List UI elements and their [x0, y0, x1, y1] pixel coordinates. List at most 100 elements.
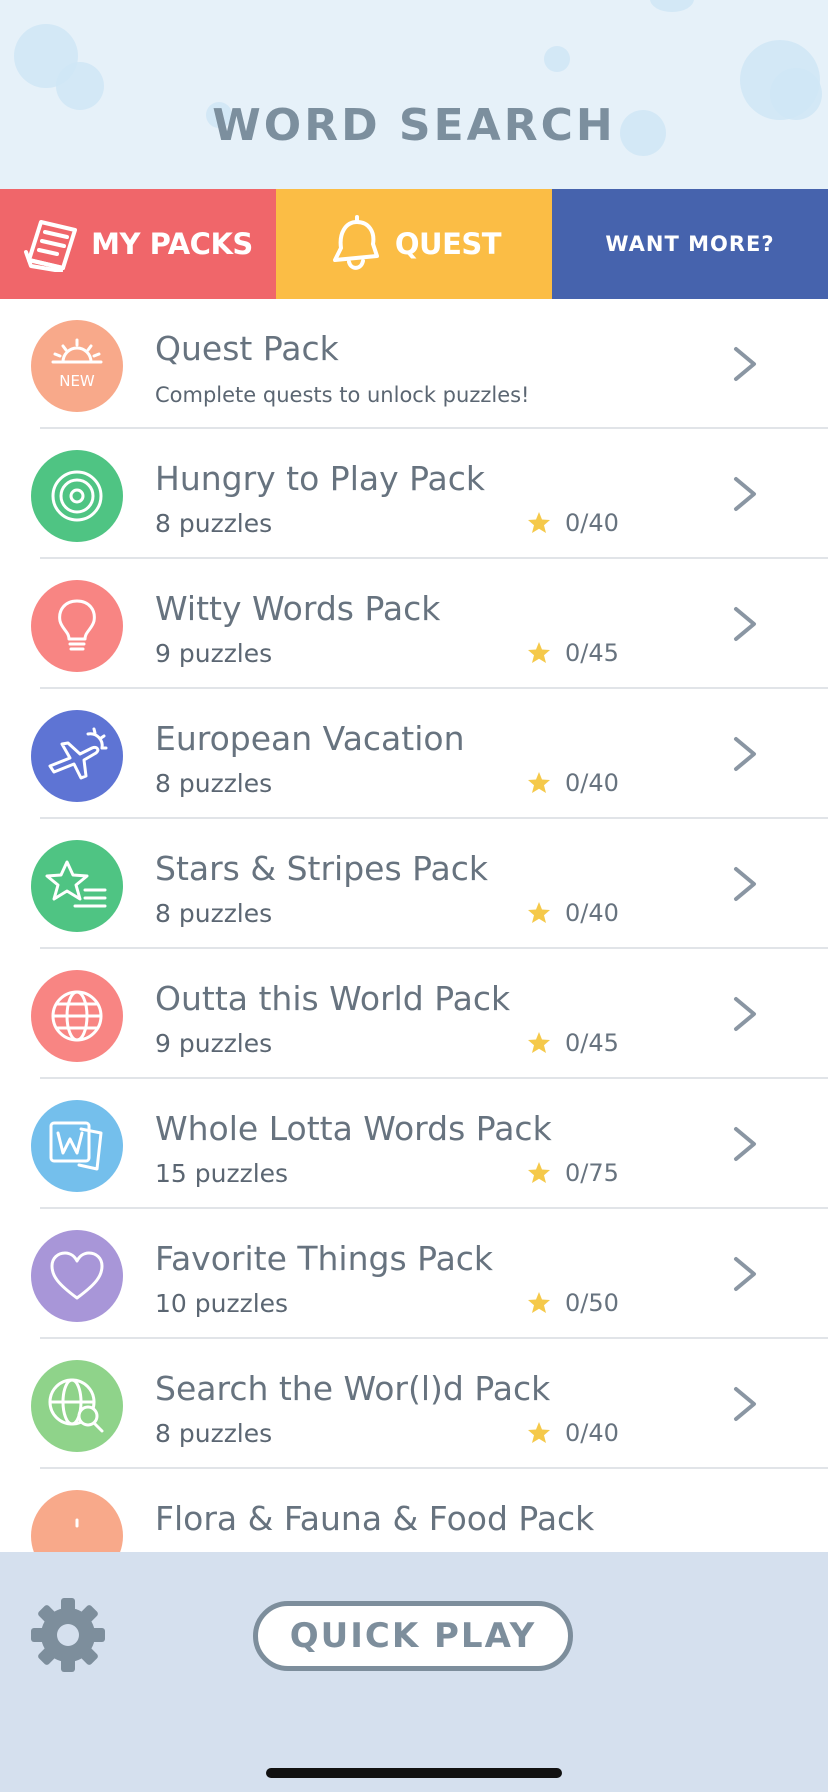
star-stripes-icon: [45, 860, 107, 908]
tab-my-packs-label: MY PACKS: [91, 227, 253, 261]
pack-stars: 0/40: [527, 509, 619, 537]
pack-stars: 0/40: [527, 769, 619, 797]
pack-puzzle-count: 8 puzzles: [155, 899, 273, 928]
pack-name: Outta this World Pack: [155, 979, 511, 1018]
decor-bubble: [650, 0, 694, 12]
tab-want-more[interactable]: WANT MORE?: [552, 189, 828, 299]
disc-icon: [51, 470, 103, 522]
pack-icon-circle: [31, 450, 123, 542]
pack-name: European Vacation: [155, 719, 465, 758]
heart-icon: [50, 1251, 104, 1300]
pack-tabs: MY PACKS QUEST WANT MORE?: [0, 189, 828, 311]
pack-subtitle: Complete quests to unlock puzzles!: [155, 383, 530, 407]
list-item[interactable]: European Vacation 8 puzzles 0/40: [0, 689, 828, 819]
pack-icon-circle: [31, 1230, 123, 1322]
pack-puzzle-count: 9 puzzles: [155, 639, 273, 668]
pack-star-count: 0/75: [565, 1159, 619, 1187]
airplane-icon: [48, 727, 108, 780]
quick-play-button[interactable]: QUICK PLAY: [253, 1601, 573, 1671]
pack-icon-circle: [31, 840, 123, 932]
pack-star-count: 0/40: [565, 509, 619, 537]
chevron-right-icon: [734, 737, 756, 771]
star-icon: [528, 1422, 550, 1443]
tab-quest[interactable]: QUEST: [276, 189, 552, 299]
pack-icon-circle: [31, 1100, 123, 1192]
pack-star-count: 0/40: [565, 769, 619, 797]
list-item[interactable]: Search the Wor(l)d Pack 8 puzzles 0/40: [0, 1339, 828, 1469]
pack-name: Flora & Fauna & Food Pack: [155, 1499, 595, 1538]
newspaper-icon: [24, 220, 78, 272]
pack-list[interactable]: NEW Quest Pack Complete quests to unlock…: [0, 299, 828, 1552]
list-item[interactable]: Outta this World Pack 9 puzzles 0/45: [0, 949, 828, 1079]
decor-bubble: [544, 46, 570, 72]
star-icon: [528, 512, 550, 533]
globe-icon: [51, 990, 103, 1042]
star-icon: [528, 902, 550, 923]
pack-puzzle-count: 10 puzzles: [155, 1289, 289, 1318]
chevron-right-icon: [734, 1257, 756, 1291]
pack-star-count: 0/45: [565, 639, 619, 667]
pack-stars: 0/50: [527, 1289, 619, 1317]
pack-puzzle-count: 8 puzzles: [155, 1419, 273, 1448]
pack-name: Hungry to Play Pack: [155, 459, 485, 498]
list-item[interactable]: NEW Quest Pack Complete quests to unlock…: [0, 299, 828, 429]
pack-icon-circle: NEW: [31, 320, 123, 412]
tab-quest-label: QUEST: [394, 227, 502, 261]
pack-name: Stars & Stripes Pack: [155, 849, 489, 888]
chevron-right-icon: [734, 477, 756, 511]
tab-want-more-label: WANT MORE?: [605, 232, 775, 256]
pack-stars: 0/75: [527, 1159, 619, 1187]
chevron-right-icon: [734, 867, 756, 901]
chevron-right-icon: [734, 1387, 756, 1421]
pack-puzzle-count: 15 puzzles: [155, 1159, 289, 1188]
pack-puzzle-count: 8 puzzles: [155, 509, 273, 538]
star-icon: [528, 1162, 550, 1183]
bottom-bar: QUICK PLAY: [0, 1552, 828, 1792]
pack-name: Favorite Things Pack: [155, 1239, 494, 1278]
pack-name: Witty Words Pack: [155, 589, 441, 628]
pack-stars: 0/40: [527, 899, 619, 927]
pack-stars: 0/45: [527, 1029, 619, 1057]
pack-icon-circle: [31, 1490, 123, 1552]
leaf-icon: [75, 1518, 79, 1528]
pack-icon-circle: [31, 580, 123, 672]
list-item[interactable]: Flora & Fauna & Food Pack: [0, 1469, 828, 1552]
list-item[interactable]: Hungry to Play Pack 8 puzzles 0/40: [0, 429, 828, 559]
pack-puzzle-count: 8 puzzles: [155, 769, 273, 798]
star-icon: [528, 772, 550, 793]
pack-puzzle-count: 9 puzzles: [155, 1029, 273, 1058]
new-badge-text: NEW: [59, 372, 95, 390]
home-indicator[interactable]: [266, 1768, 562, 1778]
pack-name: Whole Lotta Words Pack: [155, 1109, 552, 1148]
pack-icon-circle: [31, 1360, 123, 1452]
pack-name: Quest Pack: [155, 329, 339, 368]
list-item[interactable]: Witty Words Pack 9 puzzles 0/45: [0, 559, 828, 689]
pack-stars: 0/45: [527, 639, 619, 667]
lightbulb-icon: [58, 599, 96, 651]
app-title: WORD SEARCH: [212, 100, 616, 151]
chevron-right-icon: [734, 1127, 756, 1161]
pack-icon-circle: [31, 710, 123, 802]
tab-my-packs[interactable]: MY PACKS: [0, 189, 276, 311]
list-item[interactable]: Whole Lotta Words Pack 15 puzzles 0/75: [0, 1079, 828, 1209]
bell-icon: [332, 215, 379, 270]
pack-star-count: 0/40: [565, 1419, 619, 1447]
pack-star-count: 0/45: [565, 1029, 619, 1057]
gear-icon[interactable]: [28, 1595, 108, 1675]
list-item[interactable]: Stars & Stripes Pack 8 puzzles 0/40: [0, 819, 828, 949]
globe-search-icon: [48, 1378, 104, 1433]
pack-name: Search the Wor(l)d Pack: [155, 1369, 551, 1408]
chevron-right-icon: [734, 347, 756, 381]
app-header: WORD SEARCH: [0, 0, 828, 189]
pack-star-count: 0/50: [565, 1289, 619, 1317]
star-icon: [528, 1292, 550, 1313]
pack-icon-circle: [31, 970, 123, 1062]
sunrise-new-icon: NEW: [51, 338, 103, 390]
star-icon: [528, 642, 550, 663]
chevron-right-icon: [734, 607, 756, 641]
list-item[interactable]: Favorite Things Pack 10 puzzles 0/50: [0, 1209, 828, 1339]
word-document-icon: [49, 1121, 103, 1171]
star-icon: [528, 1032, 550, 1053]
pack-stars: 0/40: [527, 1419, 619, 1447]
pack-star-count: 0/40: [565, 899, 619, 927]
